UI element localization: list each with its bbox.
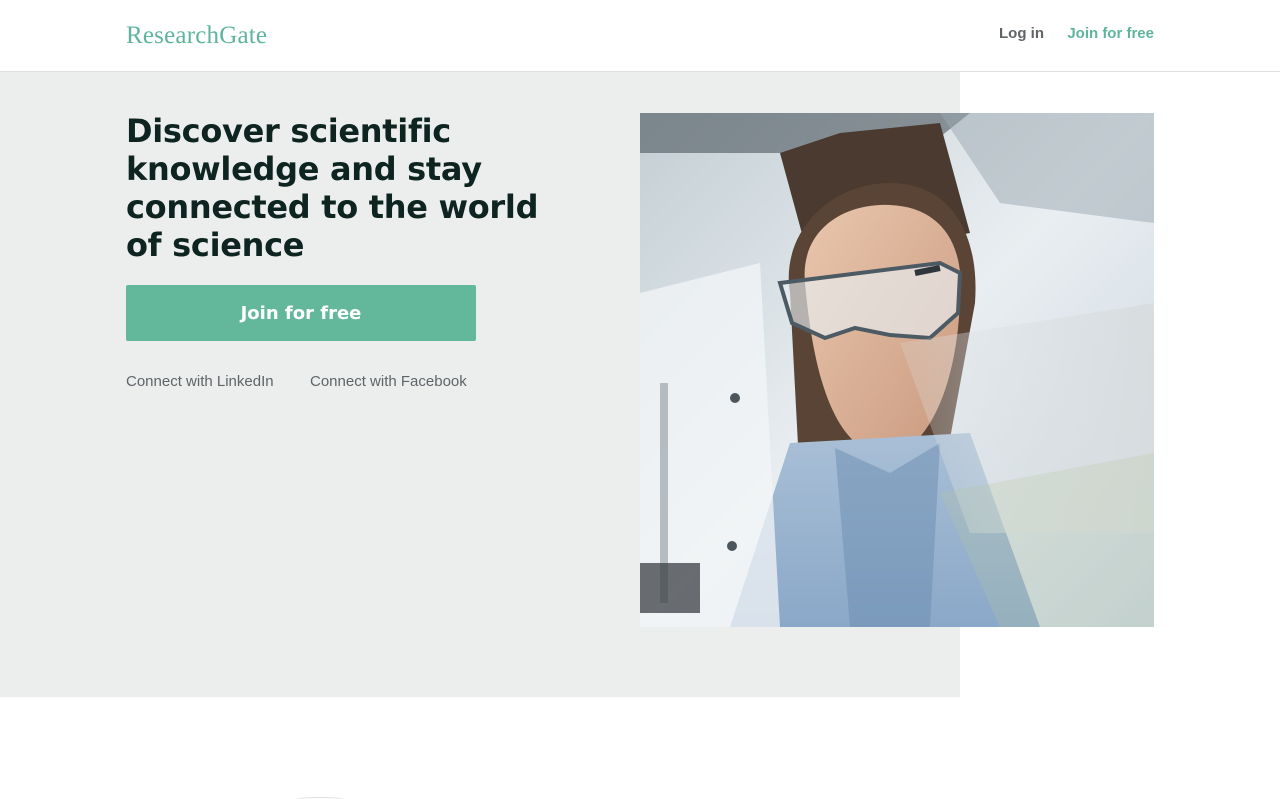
top-navigation-bar: ResearchGate Log in Join for free [0,0,1280,72]
hero-headline: Discover scientific knowledge and stay c… [126,112,539,264]
join-for-free-button[interactable]: Join for free [126,285,476,341]
join-link[interactable]: Join for free [1067,25,1154,43]
login-link[interactable]: Log in [999,25,1044,43]
connect-facebook-link[interactable]: Connect with Facebook [310,373,467,391]
scientist-illustration [640,113,1154,627]
researchgate-logo[interactable]: ResearchGate [126,20,267,52]
scientist-photo [640,113,1154,627]
connect-linkedin-link[interactable]: Connect with LinkedIn [126,373,274,391]
